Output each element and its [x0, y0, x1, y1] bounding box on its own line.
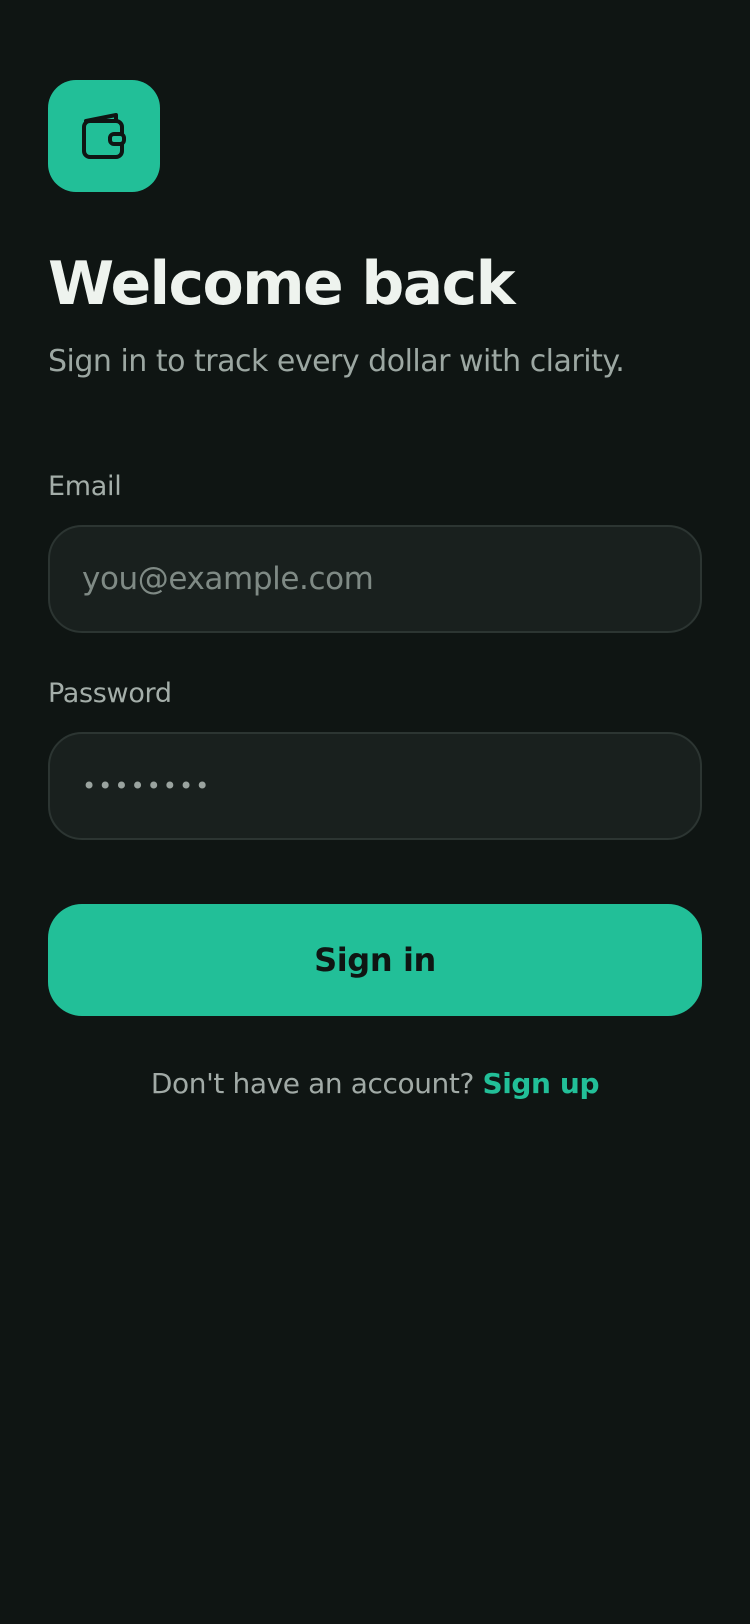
email-label: Email [48, 471, 122, 502]
email-field-container[interactable] [48, 525, 702, 633]
app-logo [48, 80, 160, 192]
page-subtitle: Sign in to track every dollar with clari… [48, 344, 625, 379]
login-screen: Welcome back Sign in to track every doll… [0, 0, 750, 1624]
password-field[interactable] [82, 772, 668, 800]
password-label: Password [48, 678, 172, 709]
signup-prompt-text: Don't have an account? [150, 1067, 474, 1100]
email-field[interactable] [82, 561, 668, 597]
sign-in-button[interactable]: Sign in [48, 904, 702, 1016]
password-field-container[interactable] [48, 732, 702, 840]
sign-up-link[interactable]: Sign up [482, 1067, 599, 1100]
signup-prompt: Don't have an account? Sign up [48, 1066, 702, 1102]
wallet-icon [80, 111, 128, 161]
page-title: Welcome back [48, 249, 516, 319]
